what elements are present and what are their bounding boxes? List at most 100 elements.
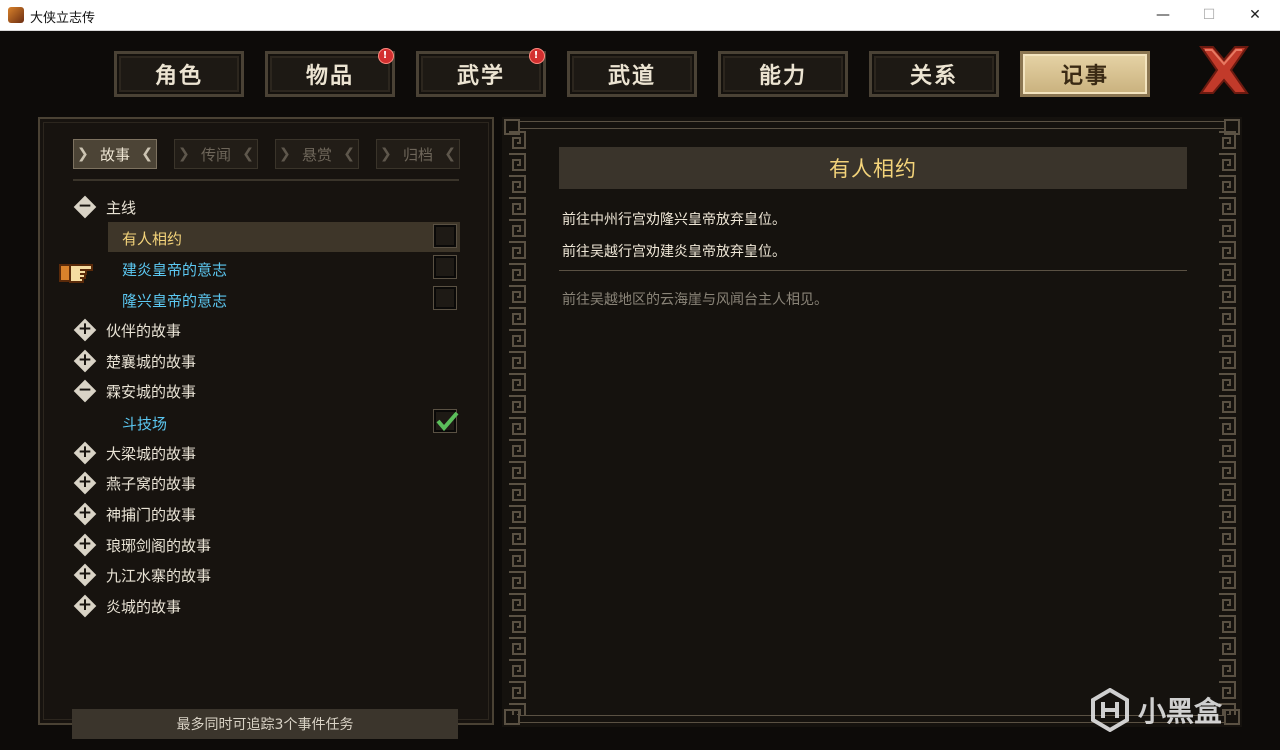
plus-icon[interactable] — [73, 533, 97, 557]
subtab-stories[interactable]: ❯ 故事 ❮ — [73, 139, 157, 169]
quest-objective: 前往中州行宫劝隆兴皇帝放弃皇位。 — [562, 212, 786, 228]
quest-label: 建炎皇帝的意志 — [122, 261, 228, 279]
minus-icon[interactable] — [73, 195, 97, 219]
tab-label: 角色 — [154, 64, 203, 89]
quest-detail-panel: 有人相约 前往中州行宫劝隆兴皇帝放弃皇位。 前往吴越行宫劝建炎皇帝放弃皇位。 前… — [502, 117, 1242, 727]
tab-items[interactable]: 物品! — [265, 48, 395, 97]
subtab-label: 归档 — [402, 145, 433, 164]
subtab-bounties[interactable]: ❯ 悬赏 ❮ — [275, 139, 359, 169]
watermark-text: 小黑盒 — [1138, 695, 1223, 728]
group-label: 琅琊剑阁的故事 — [106, 537, 212, 555]
close-window-button[interactable]: ✕ — [1232, 0, 1278, 30]
border-corner — [1224, 709, 1240, 725]
group-label: 伙伴的故事 — [106, 322, 182, 340]
quest-label: 隆兴皇帝的意志 — [122, 292, 228, 310]
tree-group[interactable]: 神捕门的故事 — [73, 500, 459, 528]
group-label: 大梁城的故事 — [106, 445, 197, 463]
minimize-button[interactable]: — — [1140, 0, 1186, 30]
tree-group[interactable]: 九江水寨的故事 — [73, 561, 459, 589]
track-checkbox[interactable] — [434, 256, 456, 278]
tracking-limit-note: 最多同时可追踪3个事件任务 — [72, 709, 458, 739]
quest-label: 有人相约 — [122, 230, 183, 248]
border-corner — [1224, 119, 1240, 135]
plus-icon[interactable] — [73, 594, 97, 618]
group-label: 楚襄城的故事 — [106, 353, 197, 371]
border-corner — [504, 709, 520, 725]
tree-group-mainline[interactable]: 主线 — [73, 193, 459, 221]
subtab-label: 故事 — [99, 145, 130, 164]
game-screen: 角色 物品! 武学! 武道 能力 关系 记事 ❯ 故事 ❮ ❯ 传闻 ❮ ❯ 悬赏 ❮ ❯ 归… — [0, 31, 1280, 750]
quest-item[interactable]: 有人相约 — [108, 222, 460, 252]
close-x-icon — [1199, 46, 1249, 94]
watermark: 小黑盒 — [1090, 688, 1222, 732]
checkmark-icon — [436, 411, 459, 432]
tree-group[interactable]: 伙伴的故事 — [73, 316, 459, 344]
subtab-archive[interactable]: ❯ 归档 ❮ — [376, 139, 460, 169]
tree-group[interactable]: 霖安城的故事 — [73, 377, 459, 405]
tab-label: 武学 — [456, 64, 505, 89]
tab-relations[interactable]: 关系 — [869, 51, 999, 97]
divider — [73, 179, 459, 181]
tab-label: 关系 — [909, 64, 958, 89]
tree-group[interactable]: 燕子窝的故事 — [73, 469, 459, 497]
tree-group[interactable]: 大梁城的故事 — [73, 439, 459, 467]
quest-title-text: 有人相约 — [829, 157, 917, 181]
app-icon — [8, 7, 24, 23]
track-checkbox[interactable] — [434, 410, 459, 432]
group-label: 霖安城的故事 — [106, 383, 197, 401]
pointing-hand-icon — [58, 259, 94, 287]
quest-title: 有人相约 — [559, 147, 1187, 189]
track-checkbox[interactable] — [434, 225, 456, 247]
minimize-icon: — — [1156, 7, 1170, 23]
fret-border-ornament — [506, 129, 528, 715]
alert-badge: ! — [529, 48, 545, 64]
plus-icon[interactable] — [73, 441, 97, 465]
alert-badge: ! — [378, 48, 394, 64]
tab-martial-way[interactable]: 武道 — [567, 51, 697, 97]
quest-list-panel: ❯故事❮ ❯传闻❮ ❯悬赏❮ ❯归档❮ 主线 有人相约 建炎皇帝的意志 隆兴皇帝… — [38, 117, 494, 739]
tree-group[interactable]: 琅琊剑阁的故事 — [73, 531, 459, 559]
tree-group[interactable]: 炎城的故事 — [73, 592, 459, 620]
track-checkbox[interactable] — [434, 287, 456, 309]
plus-icon[interactable] — [73, 563, 97, 587]
plus-icon[interactable] — [73, 349, 97, 373]
plus-icon[interactable] — [73, 502, 97, 526]
group-label: 炎城的故事 — [106, 598, 182, 616]
tab-journal[interactable]: 记事 — [1020, 51, 1150, 97]
tab-character[interactable]: 角色 — [114, 51, 244, 97]
border-corner — [504, 119, 520, 135]
xiaoheihe-logo-icon — [1091, 688, 1129, 732]
quest-objective: 前往吴越行宫劝建炎皇帝放弃皇位。 — [562, 244, 786, 260]
window-title: 大侠立志传 — [30, 11, 96, 26]
tab-label: 记事 — [1060, 64, 1109, 89]
tab-label: 武道 — [607, 64, 656, 89]
tab-label: 能力 — [758, 64, 807, 89]
close-window-icon: ✕ — [1249, 7, 1261, 23]
group-label: 神捕门的故事 — [106, 506, 197, 524]
subtab-label: 传闻 — [200, 145, 231, 164]
quest-item[interactable]: 隆兴皇帝的意志 — [108, 284, 460, 314]
plus-icon[interactable] — [73, 318, 97, 342]
minus-icon[interactable] — [73, 379, 97, 403]
divider — [559, 270, 1187, 271]
plus-icon[interactable] — [73, 471, 97, 495]
fret-border-ornament — [1216, 129, 1238, 715]
quest-label: 斗技场 — [122, 415, 168, 433]
maximize-button[interactable]: ☐ — [1186, 0, 1232, 30]
group-label: 主线 — [106, 199, 137, 217]
quest-item[interactable]: 斗技场 — [108, 407, 460, 437]
group-label: 九江水寨的故事 — [106, 567, 212, 585]
border-ornament — [520, 121, 1224, 129]
tree-group[interactable]: 楚襄城的故事 — [73, 347, 459, 375]
maximize-icon: ☐ — [1202, 7, 1216, 23]
subtab-rumors[interactable]: ❯ 传闻 ❮ — [174, 139, 258, 169]
subtab-label: 悬赏 — [301, 145, 332, 164]
group-label: 燕子窝的故事 — [106, 475, 197, 493]
window-titlebar: 大侠立志传 — ☐ ✕ — [0, 0, 1280, 31]
tab-abilities[interactable]: 能力 — [718, 51, 848, 97]
tab-martial-arts[interactable]: 武学! — [416, 48, 546, 97]
close-menu-button[interactable] — [1195, 43, 1253, 97]
quest-description: 前往吴越地区的云海崖与风闻台主人相见。 — [562, 292, 828, 308]
tab-label: 物品 — [305, 64, 354, 89]
quest-item[interactable]: 建炎皇帝的意志 — [108, 253, 460, 283]
